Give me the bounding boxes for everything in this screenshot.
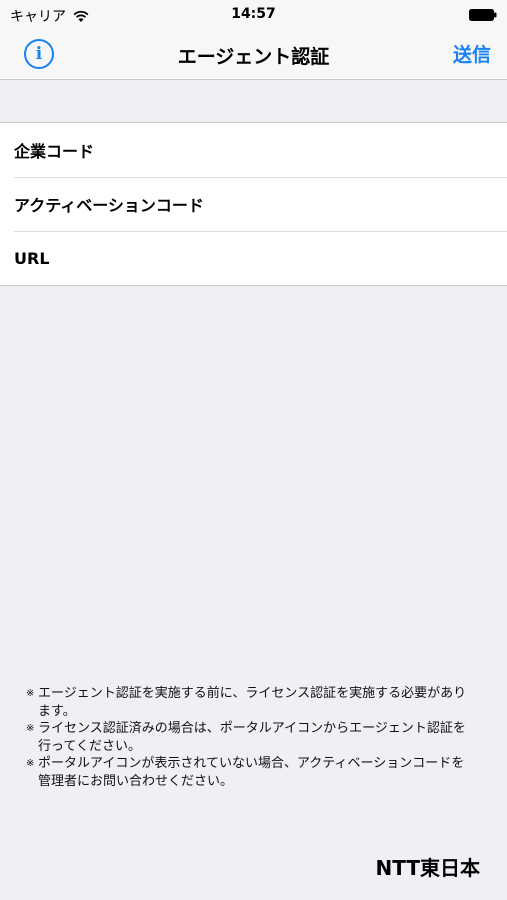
- activation-code-field[interactable]: アクティベーションコード: [0, 177, 507, 231]
- navigation-bar: i エージェント認証 送信: [0, 30, 507, 80]
- send-button[interactable]: 送信: [453, 40, 491, 67]
- ntt-logo: NTT東日本: [375, 856, 480, 880]
- note-text: ポータルアイコンが表示されていない場合、アクティベーションコードを管理者にお問い…: [38, 756, 465, 789]
- company-code-field[interactable]: 企業コード: [0, 123, 507, 177]
- note-item: ※ ポータルアイコンが表示されていない場合、アクティベーションコードを管理者にお…: [26, 755, 476, 790]
- note-text: ライセンス認証済みの場合は、ポータルアイコンからエージェント認証を行ってください…: [38, 721, 466, 754]
- url-label: URL: [14, 248, 50, 268]
- activation-code-label: アクティベーションコード: [14, 196, 204, 215]
- notes-section: ※ エージェント認証を実施する前に、ライセンス認証を実施する必要があります。 ※…: [26, 685, 476, 790]
- note-mark: ※: [26, 723, 35, 734]
- note-text: エージェント認証を実施する前に、ライセンス認証を実施する必要があります。: [38, 686, 467, 719]
- page-title: エージェント認証: [177, 46, 330, 68]
- note-item: ※ ライセンス認証済みの場合は、ポータルアイコンからエージェント認証を行ってくだ…: [26, 720, 476, 755]
- note-mark: ※: [26, 758, 35, 769]
- status-bar: キャリア 14:57: [0, 0, 507, 30]
- status-time: 14:57: [231, 6, 276, 22]
- url-field[interactable]: URL: [0, 231, 507, 285]
- form-list: 企業コード アクティベーションコード URL: [0, 122, 507, 286]
- note-item: ※ エージェント認証を実施する前に、ライセンス認証を実施する必要があります。: [26, 685, 476, 720]
- battery-icon: [469, 9, 497, 21]
- note-mark: ※: [26, 688, 35, 699]
- company-code-label: 企業コード: [14, 142, 95, 161]
